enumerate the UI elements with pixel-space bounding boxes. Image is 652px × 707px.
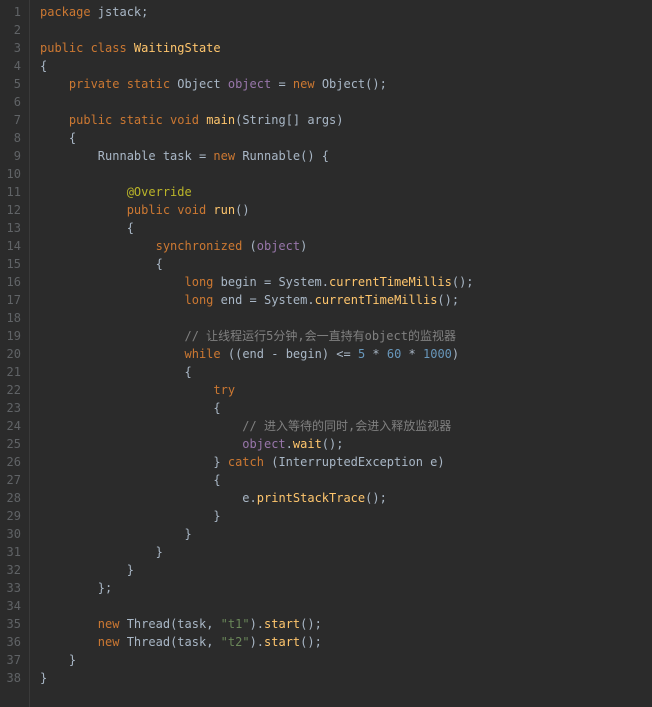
code-line[interactable]: } bbox=[40, 543, 652, 561]
line-number: 35 bbox=[4, 615, 21, 633]
code-line[interactable] bbox=[40, 93, 652, 111]
code-line[interactable]: e.printStackTrace(); bbox=[40, 489, 652, 507]
line-number: 26 bbox=[4, 453, 21, 471]
line-number: 12 bbox=[4, 201, 21, 219]
line-number: 1 bbox=[4, 3, 21, 21]
code-line[interactable]: public class WaitingState bbox=[40, 39, 652, 57]
code-line[interactable]: Runnable task = new Runnable() { bbox=[40, 147, 652, 165]
code-line[interactable]: long begin = System.currentTimeMillis(); bbox=[40, 273, 652, 291]
code-line[interactable]: { bbox=[40, 57, 652, 75]
code-line[interactable]: { bbox=[40, 363, 652, 381]
line-number: 24 bbox=[4, 417, 21, 435]
code-line[interactable]: } bbox=[40, 507, 652, 525]
code-line[interactable] bbox=[40, 597, 652, 615]
line-number: 11 bbox=[4, 183, 21, 201]
line-number: 38 bbox=[4, 669, 21, 687]
line-number: 28 bbox=[4, 489, 21, 507]
code-line[interactable] bbox=[40, 309, 652, 327]
code-line[interactable]: try bbox=[40, 381, 652, 399]
line-number: 25 bbox=[4, 435, 21, 453]
code-line[interactable]: new Thread(task, "t1").start(); bbox=[40, 615, 652, 633]
line-number: 36 bbox=[4, 633, 21, 651]
line-number-gutter: 1234567891011121314151617181920212223242… bbox=[0, 0, 30, 707]
code-line[interactable]: // 进入等待的同时,会进入释放监视器 bbox=[40, 417, 652, 435]
code-line[interactable]: { bbox=[40, 219, 652, 237]
line-number: 9 bbox=[4, 147, 21, 165]
line-number: 2 bbox=[4, 21, 21, 39]
line-number: 6 bbox=[4, 93, 21, 111]
code-line[interactable]: synchronized (object) bbox=[40, 237, 652, 255]
line-number: 17 bbox=[4, 291, 21, 309]
line-number: 13 bbox=[4, 219, 21, 237]
code-line[interactable] bbox=[40, 165, 652, 183]
line-number: 15 bbox=[4, 255, 21, 273]
line-number: 27 bbox=[4, 471, 21, 489]
code-line[interactable]: public void run() bbox=[40, 201, 652, 219]
line-number: 4 bbox=[4, 57, 21, 75]
line-number: 33 bbox=[4, 579, 21, 597]
line-number: 14 bbox=[4, 237, 21, 255]
code-line[interactable]: { bbox=[40, 255, 652, 273]
code-line[interactable] bbox=[40, 21, 652, 39]
code-line[interactable]: package jstack; bbox=[40, 3, 652, 21]
line-number: 30 bbox=[4, 525, 21, 543]
line-number: 32 bbox=[4, 561, 21, 579]
code-line[interactable]: } catch (InterruptedException e) bbox=[40, 453, 652, 471]
line-number: 5 bbox=[4, 75, 21, 93]
code-line[interactable]: new Thread(task, "t2").start(); bbox=[40, 633, 652, 651]
line-number: 34 bbox=[4, 597, 21, 615]
code-line[interactable]: { bbox=[40, 471, 652, 489]
code-editor-content[interactable]: package jstack; public class WaitingStat… bbox=[30, 0, 652, 707]
line-number: 18 bbox=[4, 309, 21, 327]
code-line[interactable]: } bbox=[40, 669, 652, 687]
line-number: 19 bbox=[4, 327, 21, 345]
code-line[interactable]: } bbox=[40, 561, 652, 579]
code-line[interactable]: public static void main(String[] args) bbox=[40, 111, 652, 129]
line-number: 10 bbox=[4, 165, 21, 183]
code-line[interactable]: } bbox=[40, 651, 652, 669]
code-line[interactable]: object.wait(); bbox=[40, 435, 652, 453]
code-line[interactable]: }; bbox=[40, 579, 652, 597]
line-number: 8 bbox=[4, 129, 21, 147]
line-number: 22 bbox=[4, 381, 21, 399]
code-line[interactable]: long end = System.currentTimeMillis(); bbox=[40, 291, 652, 309]
code-line[interactable]: { bbox=[40, 129, 652, 147]
line-number: 21 bbox=[4, 363, 21, 381]
line-number: 37 bbox=[4, 651, 21, 669]
code-line[interactable]: while ((end - begin) <= 5 * 60 * 1000) bbox=[40, 345, 652, 363]
code-line[interactable]: // 让线程运行5分钟,会一直持有object的监视器 bbox=[40, 327, 652, 345]
code-line[interactable]: @Override bbox=[40, 183, 652, 201]
line-number: 20 bbox=[4, 345, 21, 363]
line-number: 3 bbox=[4, 39, 21, 57]
line-number: 7 bbox=[4, 111, 21, 129]
code-line[interactable]: } bbox=[40, 525, 652, 543]
line-number: 29 bbox=[4, 507, 21, 525]
line-number: 23 bbox=[4, 399, 21, 417]
line-number: 16 bbox=[4, 273, 21, 291]
line-number: 31 bbox=[4, 543, 21, 561]
code-line[interactable]: { bbox=[40, 399, 652, 417]
code-line[interactable]: private static Object object = new Objec… bbox=[40, 75, 652, 93]
